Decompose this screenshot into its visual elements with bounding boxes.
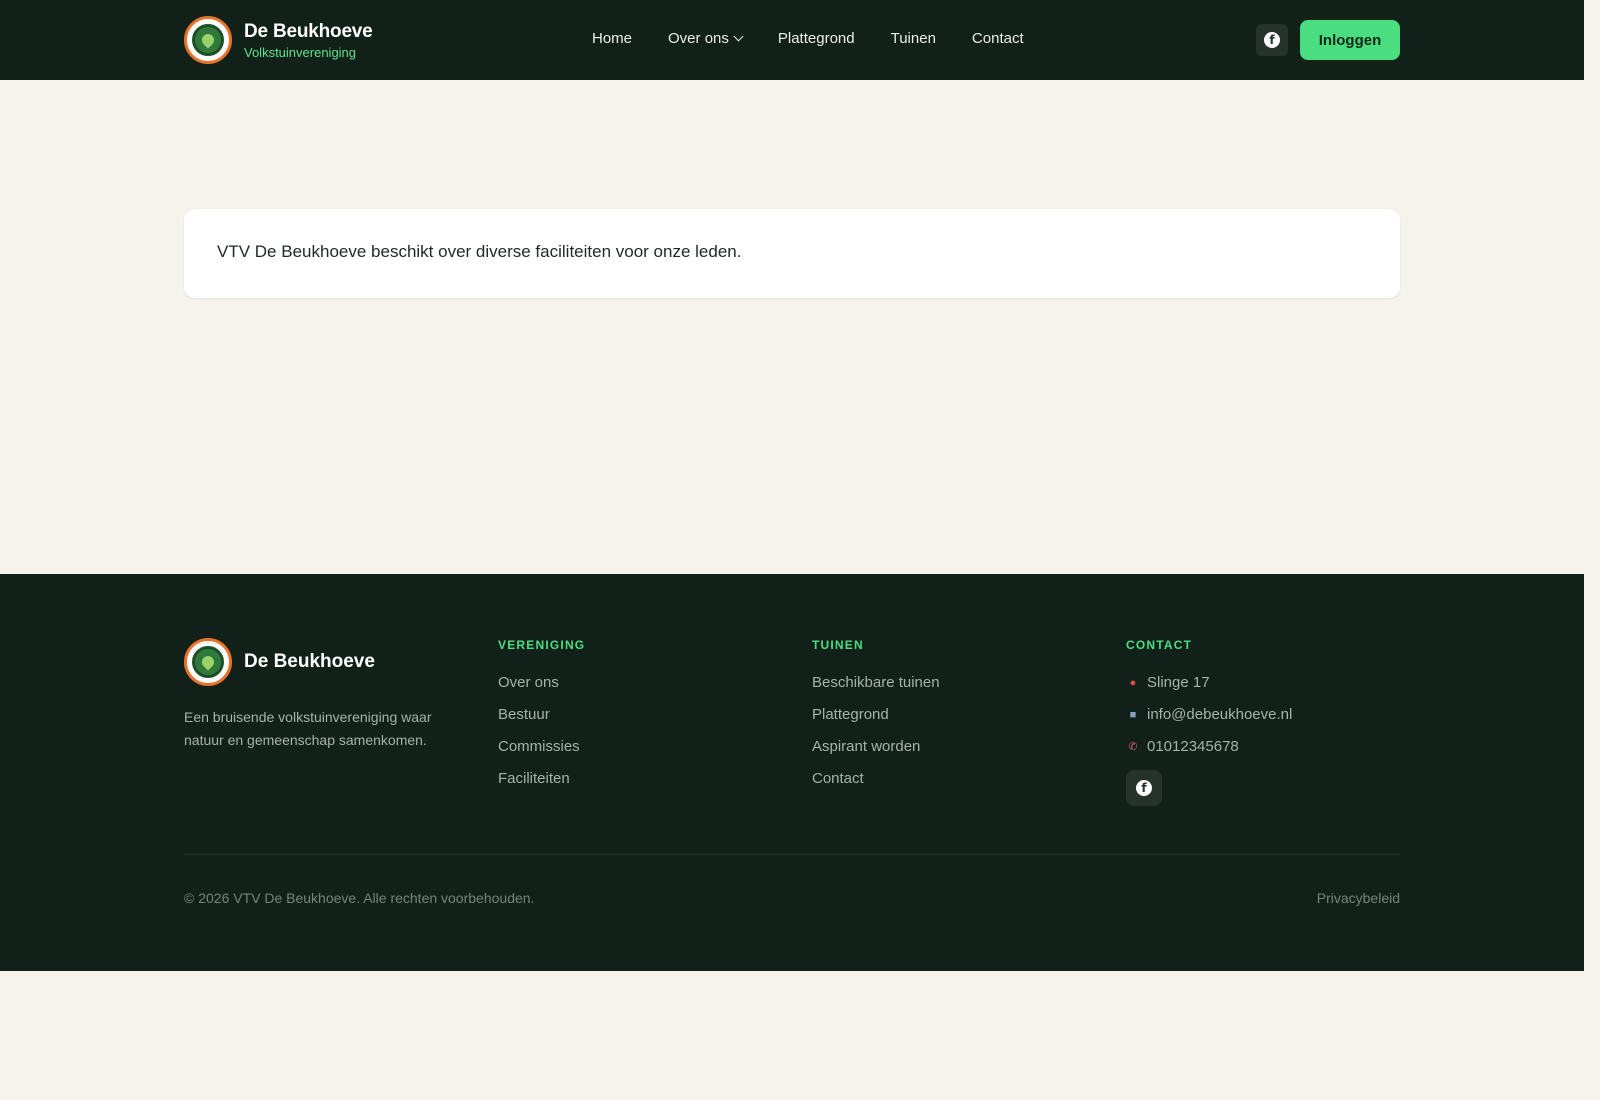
contact-email-text[interactable]: info@debeukhoeve.nl	[1147, 706, 1292, 724]
footer-link-aspirant-worden[interactable]: Aspirant worden	[812, 738, 940, 756]
intro-text: VTV De Beukhoeve beschikt over diverse f…	[217, 242, 742, 261]
nav-item-plattegrond[interactable]: Plattegrond	[778, 30, 855, 47]
nav-item-label: Home	[592, 30, 633, 47]
site-footer: De Beukhoeve Een bruisende volkstuinvere…	[0, 574, 1584, 971]
contact-address-text: Slinge 17	[1147, 674, 1210, 691]
footer-logo-icon[interactable]	[184, 638, 232, 686]
nav-item-label: Over ons	[668, 30, 729, 47]
footer-link-faciliteiten[interactable]: Faciliteiten	[498, 770, 585, 788]
contact-email[interactable]: ■ info@debeukhoeve.nl	[1126, 706, 1293, 724]
footer-description: Een bruisende volkstuinvereniging waar n…	[184, 709, 432, 748]
nav-item-over-ons[interactable]: Over ons	[668, 30, 744, 47]
facebook-icon: f	[1264, 32, 1280, 48]
footer-link-commissies[interactable]: Commissies	[498, 738, 585, 756]
footer-column-contact: CONTACT ● Slinge 17 ■ info@debeukhoeve.n…	[1126, 638, 1292, 806]
login-button[interactable]: Inloggen	[1300, 20, 1400, 60]
footer-heading: VERENIGING	[498, 638, 586, 652]
footer-link-bestuur[interactable]: Bestuur	[498, 706, 585, 724]
footer-facebook-button[interactable]: f	[1126, 770, 1162, 806]
contact-phone-text[interactable]: 01012345678	[1147, 738, 1239, 756]
footer-heading: TUINEN	[812, 638, 864, 652]
footer-link-plattegrond[interactable]: Plattegrond	[812, 706, 940, 724]
footer-column-vereniging: VERENIGING Over ons Bestuur Commissies F…	[498, 638, 585, 802]
logo-icon[interactable]	[184, 16, 232, 64]
envelope-icon: ■	[1129, 709, 1137, 721]
nav-item-contact[interactable]: Contact	[972, 30, 1024, 47]
brand-subtitle: Volkstuinvereniging	[244, 45, 357, 60]
nav-item-tuinen[interactable]: Tuinen	[891, 30, 936, 47]
facebook-icon: f	[1136, 780, 1152, 796]
nav-item-label: Tuinen	[890, 30, 936, 47]
main-nav: Home Over ons Plattegrond Tuinen Contact	[592, 30, 1060, 47]
footer-link-beschikbare-tuinen[interactable]: Beschikbare tuinen	[812, 674, 940, 692]
nav-item-label: Contact	[971, 30, 1024, 47]
nav-item-home[interactable]: Home	[592, 30, 632, 47]
site-header: De Beukhoeve Volkstuinvereniging Home Ov…	[0, 0, 1584, 80]
footer-brand: De Beukhoeve	[244, 651, 375, 672]
footer-divider	[184, 854, 1400, 855]
contact-phone[interactable]: ✆ 01012345678	[1126, 738, 1292, 756]
footer-heading: CONTACT	[1126, 638, 1193, 652]
brand-title[interactable]: De Beukhoeve	[244, 21, 373, 43]
footer-link-contact[interactable]: Contact	[812, 770, 940, 788]
nav-item-label: Plattegrond	[777, 30, 855, 47]
footer-link-over-ons[interactable]: Over ons	[498, 674, 585, 692]
footer-column-tuinen: TUINEN Beschikbare tuinen Plattegrond As…	[812, 638, 940, 802]
copyright-text: © 2026 VTV De Beukhoeve. Alle rechten vo…	[184, 890, 535, 906]
privacy-link[interactable]: Privacybeleid	[1317, 890, 1400, 906]
phone-icon: ✆	[1128, 741, 1138, 753]
facebook-button[interactable]: f	[1256, 24, 1288, 56]
contact-address: ● Slinge 17	[1126, 674, 1292, 692]
chevron-down-icon	[733, 31, 744, 42]
intro-card: VTV De Beukhoeve beschikt over diverse f…	[184, 209, 1400, 298]
map-pin-icon: ●	[1129, 677, 1137, 689]
